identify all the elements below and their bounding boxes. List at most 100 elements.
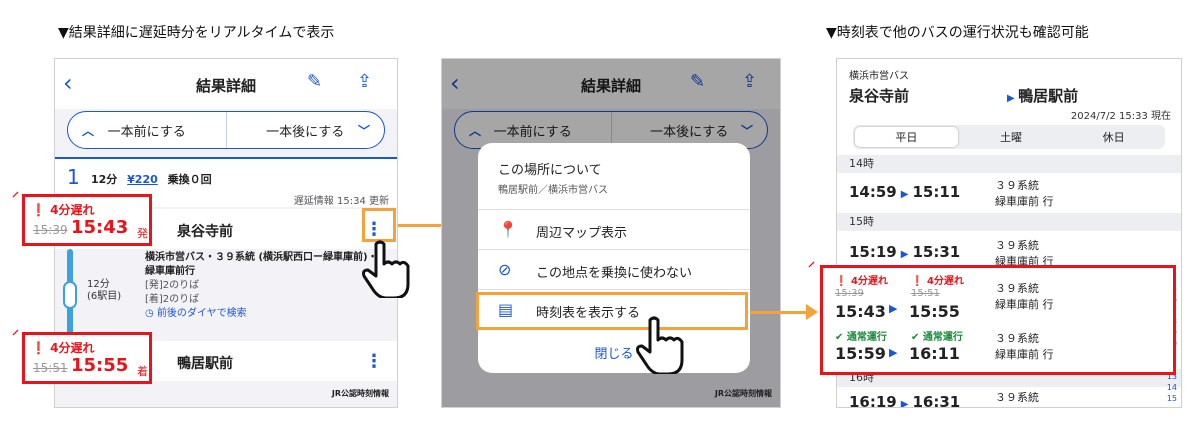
actual-arr: 15:55 [909,302,960,321]
menu-map-label: 周辺マップ表示 [536,226,628,241]
delay-tag: ❗ 4分遅れ [31,203,95,217]
phone-context-menu: ‹ 結果詳細 ✎ ⇪ ︿ 一本前にする 一本後にする ﹀ この場所について 鴨居… [441,58,781,408]
delay-tag: ❗ 4分遅れ [835,276,888,287]
ok-tag: ✔ 通常運行 [835,332,887,343]
paperclip-add-icon[interactable]: ✎ [307,71,322,92]
route-info: ３９系統 [995,389,1039,405]
arr-time-value: 16:31 [912,393,961,408]
arrow-connector [750,311,810,314]
arr-platform: [着]2のりば [145,294,200,305]
route-dest: 緑車庫前 行 [995,298,1054,311]
timetable-row[interactable]: 14:59 ▶ 15:11 ３９系統緑車庫前 行 [837,173,1181,211]
menu-exclude[interactable]: ⊘ この地点を乗換に使わない [478,249,750,289]
route-name: ３９系統 [995,391,1039,404]
dep-time: 14:59 ▶ 15:11 [849,183,960,201]
ok-text: 通常運行 [922,332,963,343]
from-stop: 泉谷寺前 [849,87,910,105]
dep-time-value: 14:59 [849,183,897,201]
index-item[interactable]: 15 [1167,393,1177,404]
jr-logo: JR公認時刻情報 [331,389,389,398]
chevron-down-icon: ﹀ [357,123,370,138]
ride-info: 12分 (6駅目) [87,279,121,303]
route-dest: 緑車庫前 行 [995,195,1054,208]
arrow-icon: ▶ [900,399,909,408]
spark-icon: ⸝ [808,254,815,270]
tab-weekday[interactable]: 平日 [855,127,958,147]
leg-detail: 横浜市営バス・３９系統 (横浜駅西口ー緑車庫前)・緑車庫前行 [発]2のりば [… [145,251,385,321]
fare-link[interactable]: ¥220 [127,173,158,186]
ride-time: 12分 [87,279,110,290]
arrow-icon: ▶ [900,249,909,260]
close-button[interactable]: 閉じる [478,343,750,362]
operator: 横浜市営バス [849,71,909,82]
tab-holiday[interactable]: 休日 [1062,125,1165,149]
caption-right: ▼時刻表で他のバスの運行状況も確認可能 [826,25,1089,41]
duration: 12分 [91,173,118,186]
tap-hand-icon [362,240,410,298]
live-status-callout: ❗ 4分遅れ ❗ 4分遅れ 15:39 15:51 15:43 ▶ 15:55 … [820,265,1176,375]
to-stop-name: 鴨居駅前 [1018,87,1079,105]
arrow-icon: ▶ [900,189,909,200]
delay-tag: ❗ 4分遅れ [31,341,95,355]
dest-name: 鴨居駅前 [177,356,233,372]
day-tabs: 平日 土曜 休日 [853,125,1165,149]
route-name: ３９系統 [995,179,1039,192]
scheduled-time: 15:51 [33,361,68,375]
route-info: ３９系統緑車庫前 行 [995,280,1054,312]
dest-delay-callout: ❗ 4分遅れ 15:51 15:55 着 [22,332,152,384]
more-icon[interactable]: ⋮ [365,351,383,372]
timetable-link-label: 前後のダイヤで検索 [156,308,247,319]
dep-platform: [発]2のりば [145,280,200,291]
map-pin-icon: 📍 [498,220,518,239]
timetable-link[interactable]: ◷ 前後のダイヤで検索 [145,307,385,321]
route-meta: 12分 ¥220 乗換０回 [91,171,212,187]
origin-name: 泉谷寺前 [177,224,233,240]
arrow-icon: ▶ [889,346,898,359]
delay-text: 4分遅れ [50,341,95,355]
route-name: ３９系統 [995,332,1039,345]
route-name: ３９系統 [995,282,1039,295]
transfers: 乗換０回 [167,173,212,186]
dep-time: 16:19 ▶ 16:31 [849,393,961,408]
tab-saturday[interactable]: 土曜 [960,125,1063,149]
delay-text: 4分遅れ [50,203,95,217]
dep-time: 15:59 [835,344,886,363]
depart-suffix: 発 [137,227,148,240]
timetable-row[interactable]: 16:19 ▶ 16:31 ３９系統 [837,387,1181,408]
delay-text: 4分遅れ [850,276,888,287]
route-info: ３９系統緑車庫前 行 [995,330,1054,362]
delay-tag: ❗ 4分遅れ [911,276,964,287]
timestamp: 2024/7/2 15:33 現在 [1070,111,1171,122]
actual-time: 15:55 [71,355,129,376]
route-dest: 緑車庫前 行 [995,348,1054,361]
share-icon[interactable]: ⇪ [357,71,372,92]
scheduled-dep: 15:39 [835,288,864,299]
caption-left: ▼結果詳細に遅延時分をリアルタイムで表示 [58,25,335,41]
actual-dep: 15:43 [835,302,886,321]
actual-time: 15:43 [71,217,129,238]
arrive-suffix: 着 [137,365,148,378]
ride-stations: (6駅目) [87,291,122,302]
spark-icon: ⸝ [12,184,19,200]
navbar: ‹ 結果詳細 ✎ ⇪ [55,59,397,109]
menu-map[interactable]: 📍 周辺マップ表示 [478,209,750,249]
route-number: 1 [67,165,80,189]
origin-delay-callout: ❗ 4分遅れ 15:39 15:43 発 [22,194,152,246]
page-title: 結果詳細 [195,77,256,95]
next-train-button[interactable]: 一本後にする ﹀ [225,112,385,148]
arrow-icon: ▶ [1007,93,1019,104]
scheduled-time: 15:39 [33,223,68,237]
ok-text: 通常運行 [846,332,887,343]
hour-header: 14時 [837,155,1181,173]
prev-train-label: 一本前にする [107,124,186,140]
prev-train-button[interactable]: ︿ 一本前にする [68,112,226,148]
hour-header: 15時 [837,213,1181,231]
chevron-up-icon: ︿ [82,123,95,138]
arrow-head-icon [806,304,818,320]
timetable-row[interactable]: 15:19 ▶ 15:31 ３９系統 緑車庫前 行 [837,231,1181,268]
dep-time-value: 15:19 [849,243,897,261]
sheet-title: この場所について [498,163,602,178]
index-item[interactable]: 14 [1167,382,1177,393]
timetable-highlight [476,292,748,330]
ride-toggle-icon[interactable] [63,281,77,309]
